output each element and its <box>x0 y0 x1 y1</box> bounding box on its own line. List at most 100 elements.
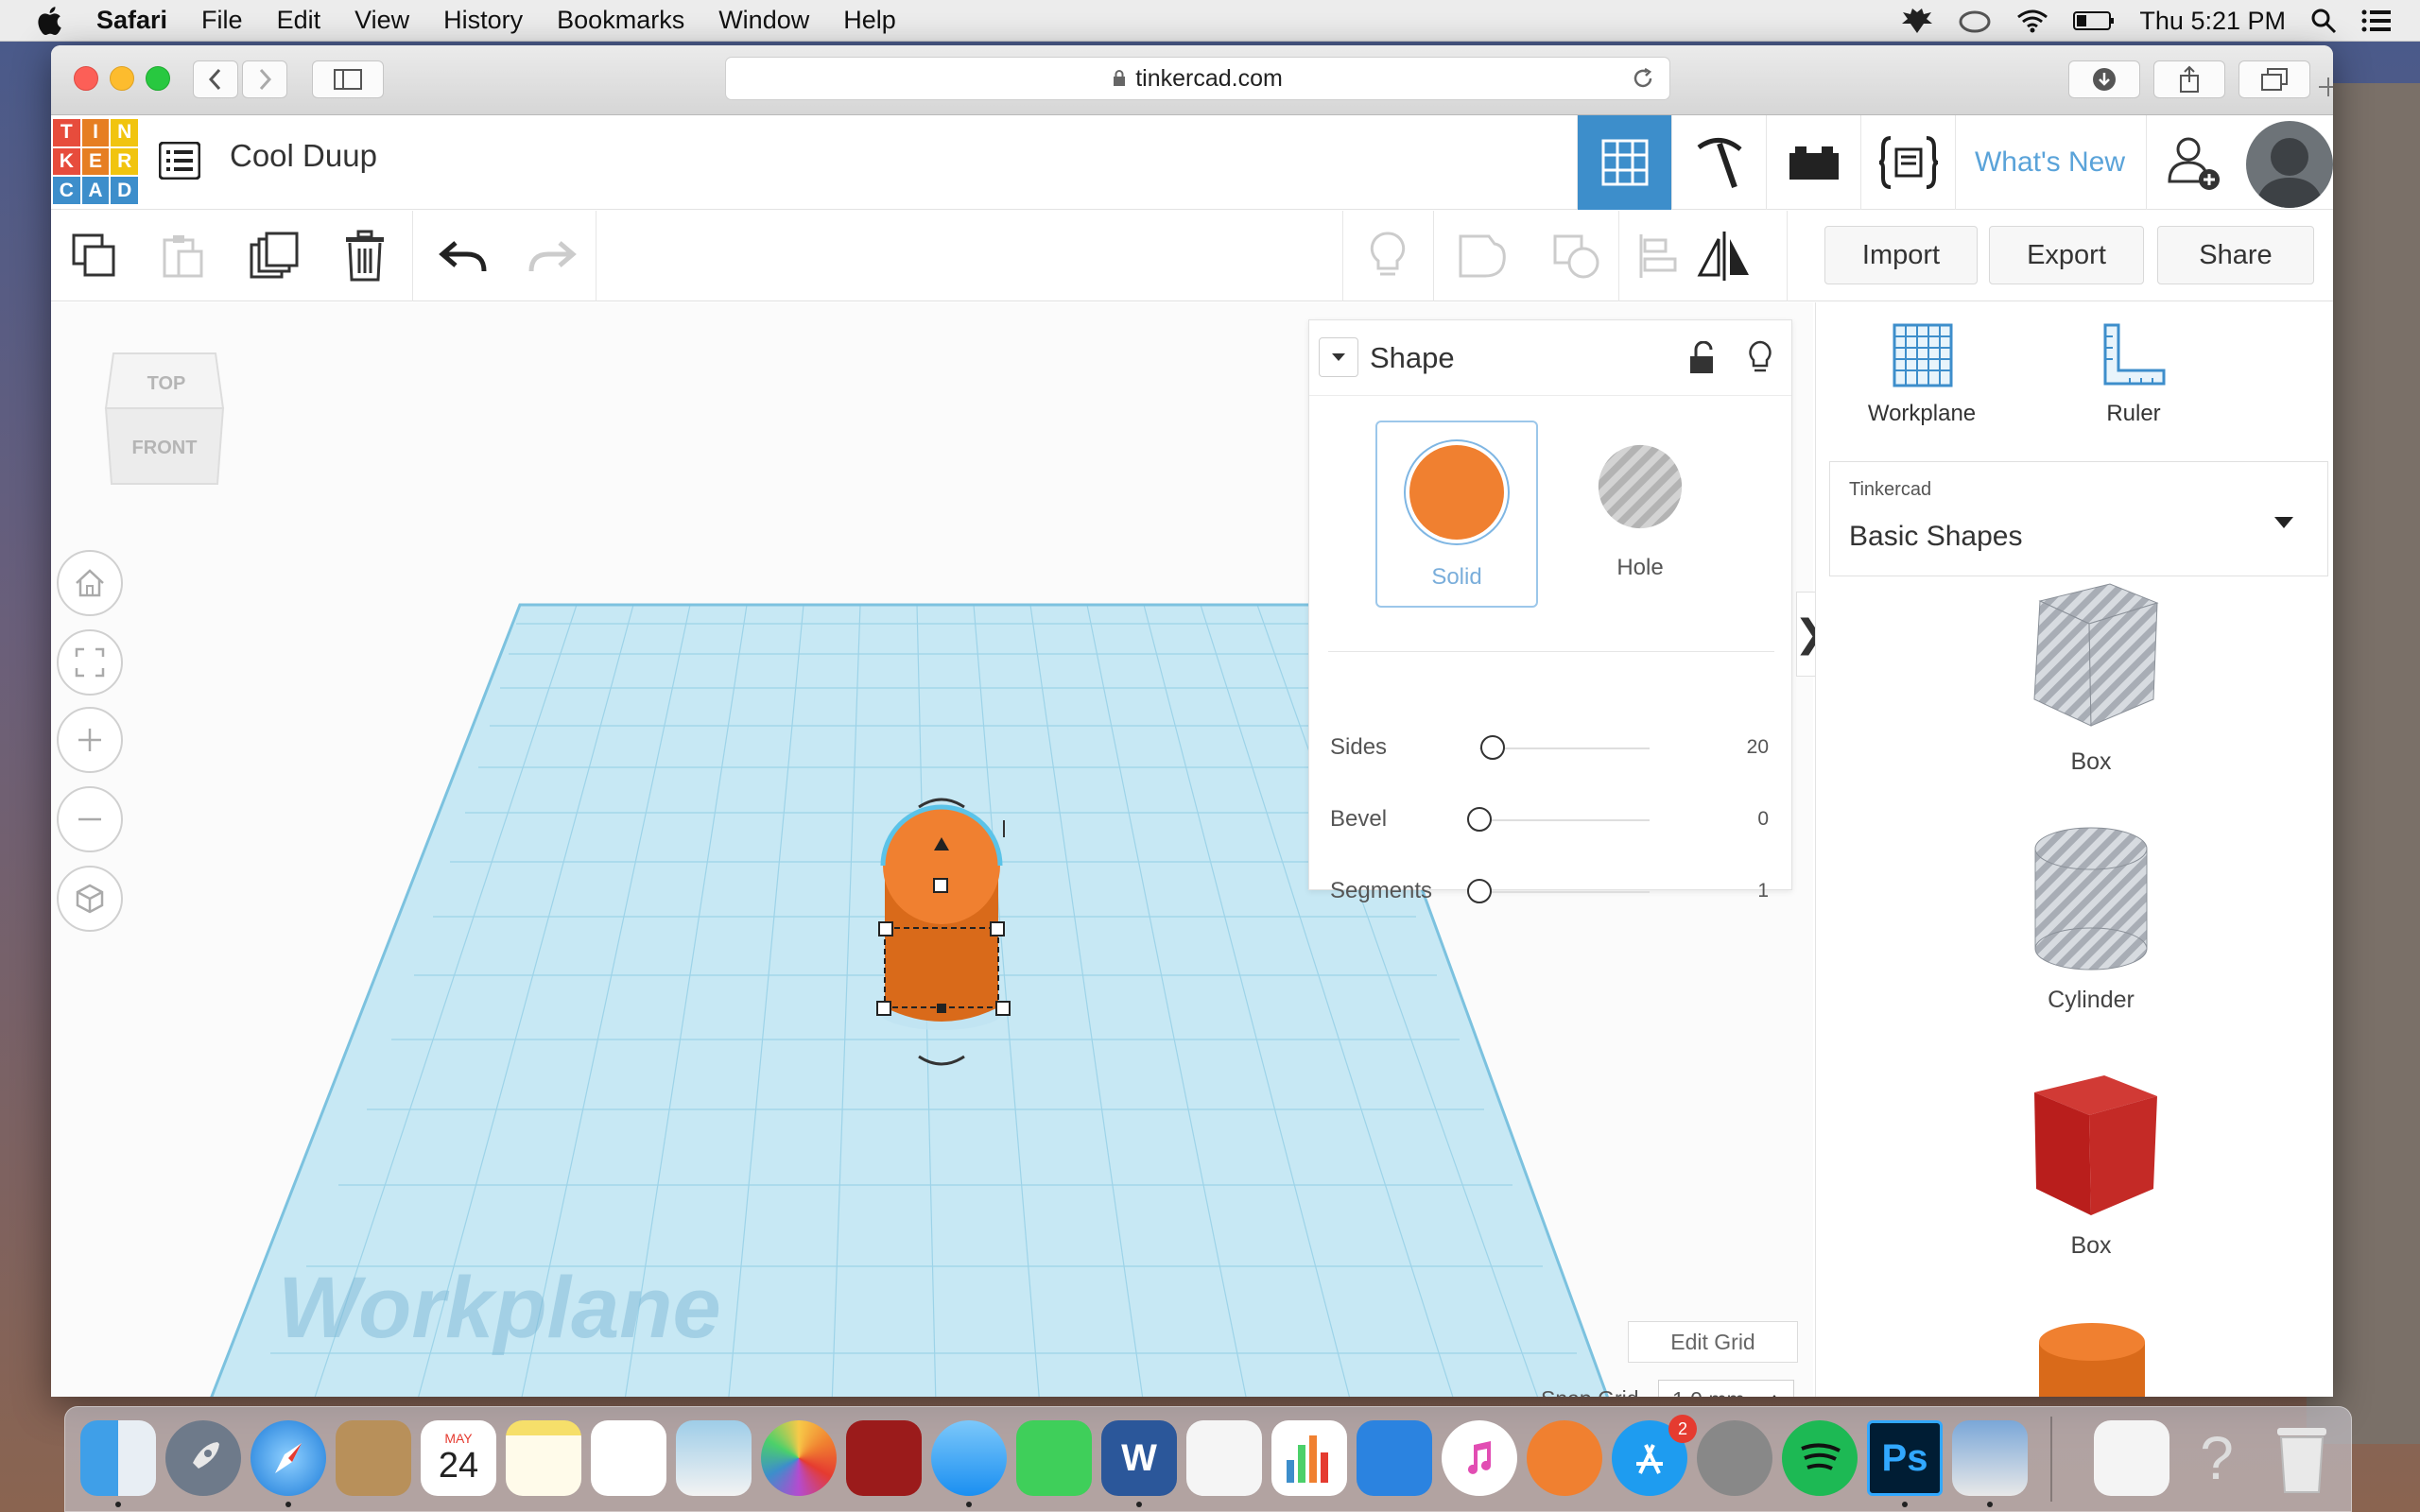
forward-button[interactable] <box>242 60 287 98</box>
spotify-app-icon[interactable] <box>1782 1420 1858 1496</box>
messages-app-icon[interactable] <box>931 1420 1007 1496</box>
contacts-app-icon[interactable] <box>336 1420 411 1496</box>
bricks-view-button[interactable] <box>1766 115 1860 210</box>
invite-user-button[interactable] <box>2146 115 2240 210</box>
view-cube[interactable]: TOP FRONT <box>104 342 229 493</box>
safari-app-icon[interactable] <box>251 1420 326 1496</box>
notes-app-icon[interactable] <box>506 1420 581 1496</box>
param-segments[interactable]: Segments 1 <box>1309 872 1791 910</box>
close-window-button[interactable] <box>74 66 98 91</box>
menu-bookmarks[interactable]: Bookmarks <box>557 6 684 35</box>
codeblocks-view-button[interactable] <box>1860 115 1955 210</box>
zoom-out-button[interactable] <box>57 786 123 852</box>
numbers-app-icon[interactable] <box>1271 1420 1347 1496</box>
launchpad-app-icon[interactable] <box>165 1420 241 1496</box>
slider-knob[interactable] <box>1467 879 1492 903</box>
group-button[interactable] <box>1454 228 1511 284</box>
sidebar-toggle-button[interactable] <box>312 60 384 98</box>
mirror-button[interactable] <box>1696 228 1753 284</box>
docx-document-icon[interactable] <box>2094 1420 2169 1496</box>
pages-app-icon[interactable] <box>1186 1420 1262 1496</box>
ruler-tool[interactable]: Ruler <box>2067 321 2200 435</box>
menu-app-safari[interactable]: Safari <box>96 6 167 35</box>
param-value[interactable]: 0 <box>1757 808 1769 831</box>
param-value[interactable]: 1 <box>1757 880 1769 902</box>
lightbulb-icon[interactable] <box>1746 339 1774 377</box>
bat-status-icon[interactable] <box>1901 7 1933 35</box>
menu-view[interactable]: View <box>354 6 409 35</box>
share-button[interactable]: Share <box>2157 226 2314 284</box>
system-preferences-app-icon[interactable] <box>1697 1420 1772 1496</box>
3d-design-view-button[interactable] <box>1577 115 1671 210</box>
solid-option[interactable]: Solid <box>1375 421 1538 608</box>
shape-item-cylinder-hole[interactable]: Cylinder <box>2001 822 2181 1014</box>
shape-item-box-red[interactable]: Box <box>2001 1068 2181 1260</box>
preview-app-icon[interactable] <box>676 1420 752 1496</box>
spotlight-search-icon[interactable] <box>2310 8 2337 34</box>
share-page-button[interactable] <box>2153 60 2225 98</box>
zoom-window-button[interactable] <box>146 66 170 91</box>
address-bar[interactable]: tinkercad.com <box>725 57 1670 100</box>
menu-history[interactable]: History <box>443 6 523 35</box>
redo-button[interactable] <box>524 228 580 284</box>
menu-file[interactable]: File <box>201 6 243 35</box>
finder-app-icon[interactable] <box>80 1420 156 1496</box>
battery-icon[interactable] <box>2073 10 2115 31</box>
param-sides[interactable]: Sides 20 <box>1309 729 1791 766</box>
slider-knob[interactable] <box>1467 807 1492 832</box>
new-tab-button[interactable] <box>2314 68 2333 106</box>
shape-library-select[interactable]: Tinkercad Basic Shapes <box>1829 461 2328 576</box>
export-button[interactable]: Export <box>1989 226 2144 284</box>
facetime-app-icon[interactable] <box>1016 1420 1092 1496</box>
blocks-view-button[interactable] <box>1671 115 1766 210</box>
ibooks-app-icon[interactable] <box>1527 1420 1602 1496</box>
shape-item-box-hole[interactable]: Box <box>2001 575 2181 776</box>
photo-booth-app-icon[interactable] <box>846 1420 922 1496</box>
menu-edit[interactable]: Edit <box>277 6 321 35</box>
question-mark-icon[interactable]: ? <box>2179 1420 2255 1496</box>
downloads-button[interactable] <box>2068 60 2140 98</box>
slider-track[interactable] <box>1479 747 1650 749</box>
minimize-window-button[interactable] <box>110 66 134 91</box>
calendar-app-icon[interactable]: MAY 24 <box>421 1420 496 1496</box>
user-avatar[interactable] <box>2246 121 2333 208</box>
copy-button[interactable] <box>66 228 123 284</box>
creative-cloud-icon[interactable] <box>1958 9 1992 33</box>
home-view-button[interactable] <box>57 550 123 616</box>
menu-clock[interactable]: Thu 5:21 PM <box>2139 7 2286 36</box>
duplicate-button[interactable] <box>246 228 302 284</box>
align-button[interactable] <box>1630 228 1686 284</box>
collapse-panel-button[interactable] <box>1319 337 1358 377</box>
photoshop-app-icon[interactable]: Ps <box>1867 1420 1943 1496</box>
import-button[interactable]: Import <box>1824 226 1978 284</box>
back-button[interactable] <box>193 60 238 98</box>
slider-track[interactable] <box>1479 891 1650 893</box>
reload-icon[interactable] <box>1632 67 1654 90</box>
ungroup-button[interactable] <box>1548 228 1605 284</box>
reminders-app-icon[interactable] <box>591 1420 666 1496</box>
trash-app-icon[interactable] <box>2264 1420 2340 1496</box>
whats-new-link[interactable]: What's New <box>1955 115 2144 210</box>
notification-center-icon[interactable] <box>2361 9 2392 33</box>
shape-item-cylinder-orange[interactable] <box>2001 1319 2181 1397</box>
wifi-icon[interactable] <box>2016 9 2048 33</box>
menu-help[interactable]: Help <box>843 6 896 35</box>
hole-option[interactable]: Hole <box>1559 421 1721 608</box>
apple-icon[interactable] <box>34 4 68 38</box>
menu-window[interactable]: Window <box>718 6 809 35</box>
delete-button[interactable] <box>337 228 393 284</box>
itunes-app-icon[interactable] <box>1442 1420 1517 1496</box>
photos-app-icon[interactable] <box>761 1420 837 1496</box>
workplane-tool[interactable]: Workplane <box>1856 321 1988 435</box>
param-bevel[interactable]: Bevel 0 <box>1309 800 1791 838</box>
tabs-overview-button[interactable] <box>2238 60 2310 98</box>
param-value[interactable]: 20 <box>1747 736 1769 759</box>
snap-grid-select[interactable]: 1.0 mm <box>1658 1380 1794 1397</box>
zoom-in-button[interactable] <box>57 707 123 773</box>
project-title[interactable]: Cool Duup <box>230 138 377 174</box>
tinkercad-logo[interactable]: T I N K E R C A D <box>53 119 138 204</box>
edit-grid-button[interactable]: Edit Grid <box>1628 1321 1798 1363</box>
unlock-icon[interactable] <box>1687 341 1716 375</box>
perspective-toggle-button[interactable] <box>57 866 123 932</box>
notes-button[interactable] <box>1359 228 1416 284</box>
